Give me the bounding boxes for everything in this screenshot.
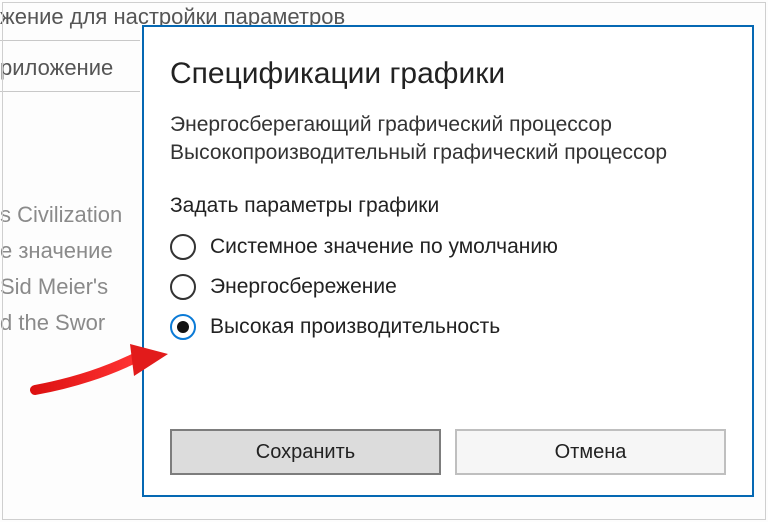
button-label: Сохранить [256, 441, 355, 464]
radio-label: Высокая производительность [210, 315, 500, 339]
info-line: Энергосберегающий графический процессор [170, 111, 726, 139]
info-line: Высокопроизводительный графический проце… [170, 139, 726, 167]
radio-label: Энергосбережение [210, 275, 397, 299]
radio-label: Системное значение по умолчанию [210, 235, 558, 259]
radio-option-high-performance[interactable]: Высокая производительность [170, 314, 726, 340]
section-label: Задать параметры графики [170, 194, 726, 218]
save-button[interactable]: Сохранить [170, 429, 441, 475]
radio-group: Системное значение по умолчанию Энергосб… [170, 234, 726, 340]
bg-divider [0, 91, 140, 92]
button-label: Отмена [555, 441, 627, 464]
radio-option-system-default[interactable]: Системное значение по умолчанию [170, 234, 726, 260]
radio-icon [170, 274, 196, 300]
radio-icon [170, 314, 196, 340]
bg-divider [0, 40, 140, 41]
dialog-info: Энергосберегающий графический процессор … [170, 111, 726, 168]
dialog-buttons: Сохранить Отмена [170, 429, 726, 475]
graphics-spec-dialog: Спецификации графики Энергосберегающий г… [142, 25, 754, 497]
radio-option-power-saving[interactable]: Энергосбережение [170, 274, 726, 300]
cancel-button[interactable]: Отмена [455, 429, 726, 475]
dialog-title: Спецификации графики [170, 57, 726, 91]
radio-icon [170, 234, 196, 260]
